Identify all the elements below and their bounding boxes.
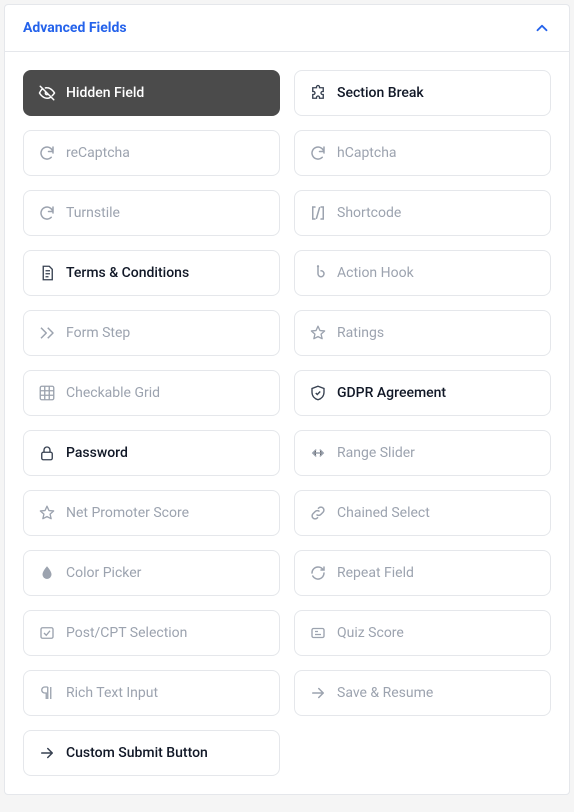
field-action-hook[interactable]: Action Hook <box>294 250 551 296</box>
field-label: Save & Resume <box>337 685 433 701</box>
field-custom-submit[interactable]: Custom Submit Button <box>23 730 280 776</box>
field-recaptcha[interactable]: reCaptcha <box>23 130 280 176</box>
field-chained-select[interactable]: Chained Select <box>294 490 551 536</box>
grid-icon <box>38 384 56 402</box>
hook-icon <box>309 264 327 282</box>
field-label: Terms & Conditions <box>66 265 189 281</box>
field-label: Password <box>66 445 128 461</box>
field-label: Range Slider <box>337 445 415 461</box>
field-shortcode[interactable]: Shortcode <box>294 190 551 236</box>
section-title: Advanced Fields <box>23 20 127 36</box>
field-label: Chained Select <box>337 505 430 521</box>
eye-off-icon <box>38 84 56 102</box>
field-gdpr[interactable]: GDPR Agreement <box>294 370 551 416</box>
field-label: Color Picker <box>66 565 141 581</box>
field-label: Custom Submit Button <box>66 745 208 761</box>
field-quiz-score[interactable]: Quiz Score <box>294 610 551 656</box>
field-save-resume[interactable]: Save & Resume <box>294 670 551 716</box>
field-rich-text[interactable]: Rich Text Input <box>23 670 280 716</box>
field-label: Ratings <box>337 325 384 341</box>
field-label: Post/CPT Selection <box>66 625 187 641</box>
field-label: hCaptcha <box>337 145 397 161</box>
field-section-break[interactable]: Section Break <box>294 70 551 116</box>
field-color-picker[interactable]: Color Picker <box>23 550 280 596</box>
shield-icon <box>309 384 327 402</box>
chevron-up-icon <box>533 19 551 37</box>
field-label: Action Hook <box>337 265 414 281</box>
field-range-slider[interactable]: Range Slider <box>294 430 551 476</box>
field-label: Section Break <box>337 85 424 101</box>
section-header[interactable]: Advanced Fields <box>5 5 569 52</box>
field-label: reCaptcha <box>66 145 130 161</box>
refresh-icon <box>309 144 327 162</box>
forward-icon <box>38 324 56 342</box>
link-icon <box>309 504 327 522</box>
field-turnstile[interactable]: Turnstile <box>23 190 280 236</box>
repeat-icon <box>309 564 327 582</box>
field-nps[interactable]: Net Promoter Score <box>23 490 280 536</box>
field-label: GDPR Agreement <box>337 385 446 401</box>
refresh-icon <box>38 204 56 222</box>
star-icon <box>38 504 56 522</box>
document-icon <box>38 264 56 282</box>
star-icon <box>309 324 327 342</box>
field-label: Net Promoter Score <box>66 505 189 521</box>
field-label: Hidden Field <box>66 85 144 101</box>
field-checkable-grid[interactable]: Checkable Grid <box>23 370 280 416</box>
refresh-icon <box>38 144 56 162</box>
brackets-icon <box>309 204 327 222</box>
paragraph-icon <box>38 684 56 702</box>
field-label: Form Step <box>66 325 130 341</box>
field-label: Repeat Field <box>337 565 414 581</box>
field-repeat-field[interactable]: Repeat Field <box>294 550 551 596</box>
droplet-icon <box>38 564 56 582</box>
puzzle-icon <box>309 84 327 102</box>
field-hidden-field[interactable]: Hidden Field <box>23 70 280 116</box>
field-hcaptcha[interactable]: hCaptcha <box>294 130 551 176</box>
field-terms[interactable]: Terms & Conditions <box>23 250 280 296</box>
field-label: Shortcode <box>337 205 401 221</box>
field-form-step[interactable]: Form Step <box>23 310 280 356</box>
score-icon <box>309 624 327 642</box>
field-label: Quiz Score <box>337 625 404 641</box>
arrow-right-icon <box>38 744 56 762</box>
field-label: Rich Text Input <box>66 685 158 701</box>
field-label: Turnstile <box>66 205 120 221</box>
lock-icon <box>38 444 56 462</box>
advanced-fields-panel: Advanced Fields Hidden Field Section Brea… <box>4 4 570 795</box>
field-password[interactable]: Password <box>23 430 280 476</box>
arrow-right-icon <box>309 684 327 702</box>
select-box-icon <box>38 624 56 642</box>
field-label: Checkable Grid <box>66 385 160 401</box>
fields-grid: Hidden Field Section Break reCaptcha hCaptc… <box>5 52 569 794</box>
slider-icon <box>309 444 327 462</box>
field-ratings[interactable]: Ratings <box>294 310 551 356</box>
field-post-cpt[interactable]: Post/CPT Selection <box>23 610 280 656</box>
